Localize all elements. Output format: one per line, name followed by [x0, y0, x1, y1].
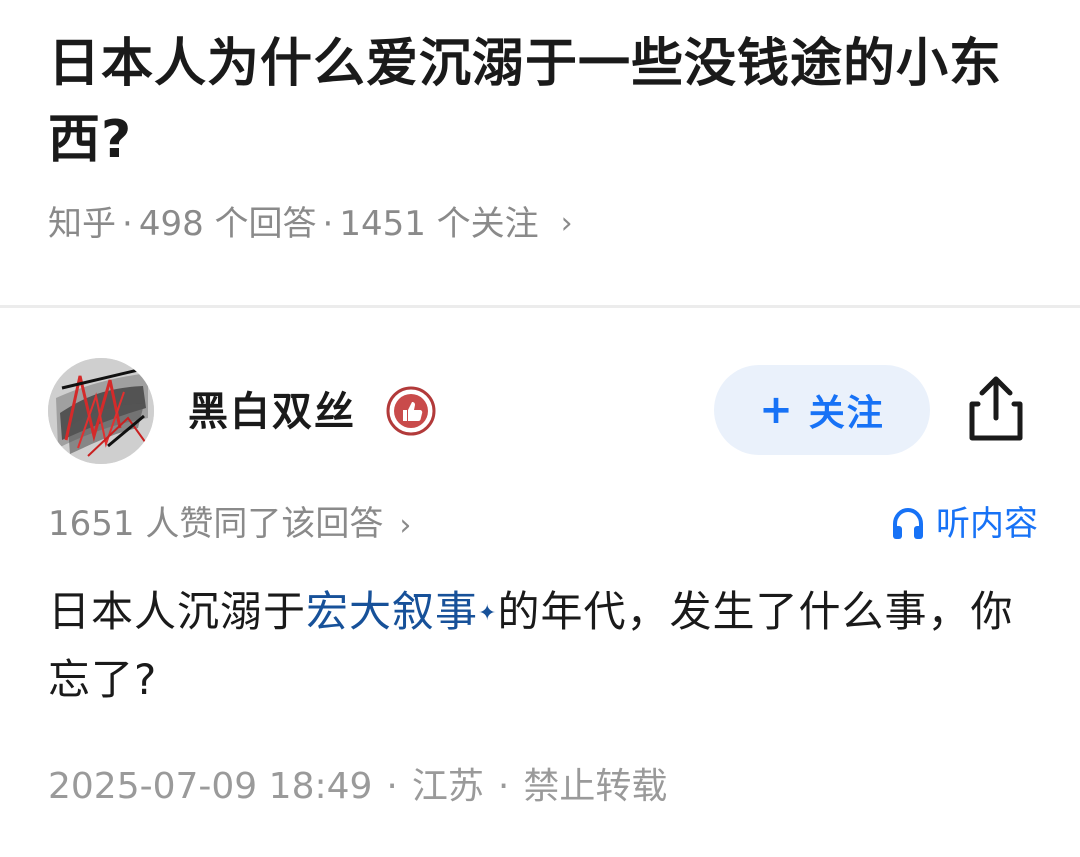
footer-separator: · — [386, 766, 398, 807]
answer-content: 日本人沉溺于宏大叙事✦的年代，发生了什么事，你忘了? — [48, 578, 1038, 714]
followers-count: 1451 个关注 — [339, 204, 539, 244]
upvotes-text: 1651 人赞同了该回答 — [48, 504, 384, 544]
listen-button[interactable]: 听内容 — [890, 502, 1038, 546]
follow-button[interactable]: + 关注 — [714, 365, 930, 455]
meta-separator: · — [322, 204, 334, 244]
question-source: 知乎 — [48, 204, 116, 244]
chevron-right-icon: › — [399, 508, 412, 543]
question-header: 日本人为什么爱沉溺于一些没钱途的小东西? 知乎 · 498 个回答 · 1451… — [48, 26, 1038, 244]
thumbs-up-badge-icon[interactable] — [386, 386, 436, 436]
sparkle-icon: ✦ — [478, 601, 498, 626]
author-name[interactable]: 黑白双丝 — [188, 386, 356, 438]
topic-link[interactable]: 宏大叙事 — [306, 587, 478, 636]
listen-label: 听内容 — [936, 504, 1038, 544]
post-datetime: 2025-07-09 18:49 — [48, 766, 373, 807]
abstract-ink-avatar-icon — [48, 358, 154, 464]
question-meta[interactable]: 知乎 · 498 个回答 · 1451 个关注 › — [48, 204, 1038, 244]
share-icon[interactable] — [964, 374, 1028, 444]
stats-row: 1651 人赞同了该回答 › 听内容 — [48, 502, 1038, 546]
question-title[interactable]: 日本人为什么爱沉溺于一些没钱途的小东西? — [48, 26, 1038, 178]
upvote-summary[interactable]: 1651 人赞同了该回答 › — [48, 502, 411, 548]
plus-icon: + — [759, 387, 795, 433]
follow-label: 关注 — [808, 393, 885, 434]
answer-text-before: 日本人沉溺于 — [48, 587, 307, 636]
headphones-icon — [893, 507, 923, 539]
answers-count: 498 个回答 — [138, 204, 317, 244]
section-divider — [0, 305, 1080, 308]
post-location: 江苏 — [411, 766, 484, 807]
avatar[interactable] — [48, 358, 154, 464]
copyright-notice: 禁止转载 — [523, 766, 668, 807]
chevron-right-icon: › — [560, 206, 573, 241]
author-row: 黑白双丝 + 关注 — [48, 352, 1038, 470]
answer-page: 日本人为什么爱沉溺于一些没钱途的小东西? 知乎 · 498 个回答 · 1451… — [0, 0, 1080, 857]
answer-footer: 2025-07-09 18:49 · 江苏 · 禁止转载 — [48, 764, 667, 810]
meta-separator: · — [122, 204, 133, 244]
footer-separator: · — [497, 766, 510, 807]
